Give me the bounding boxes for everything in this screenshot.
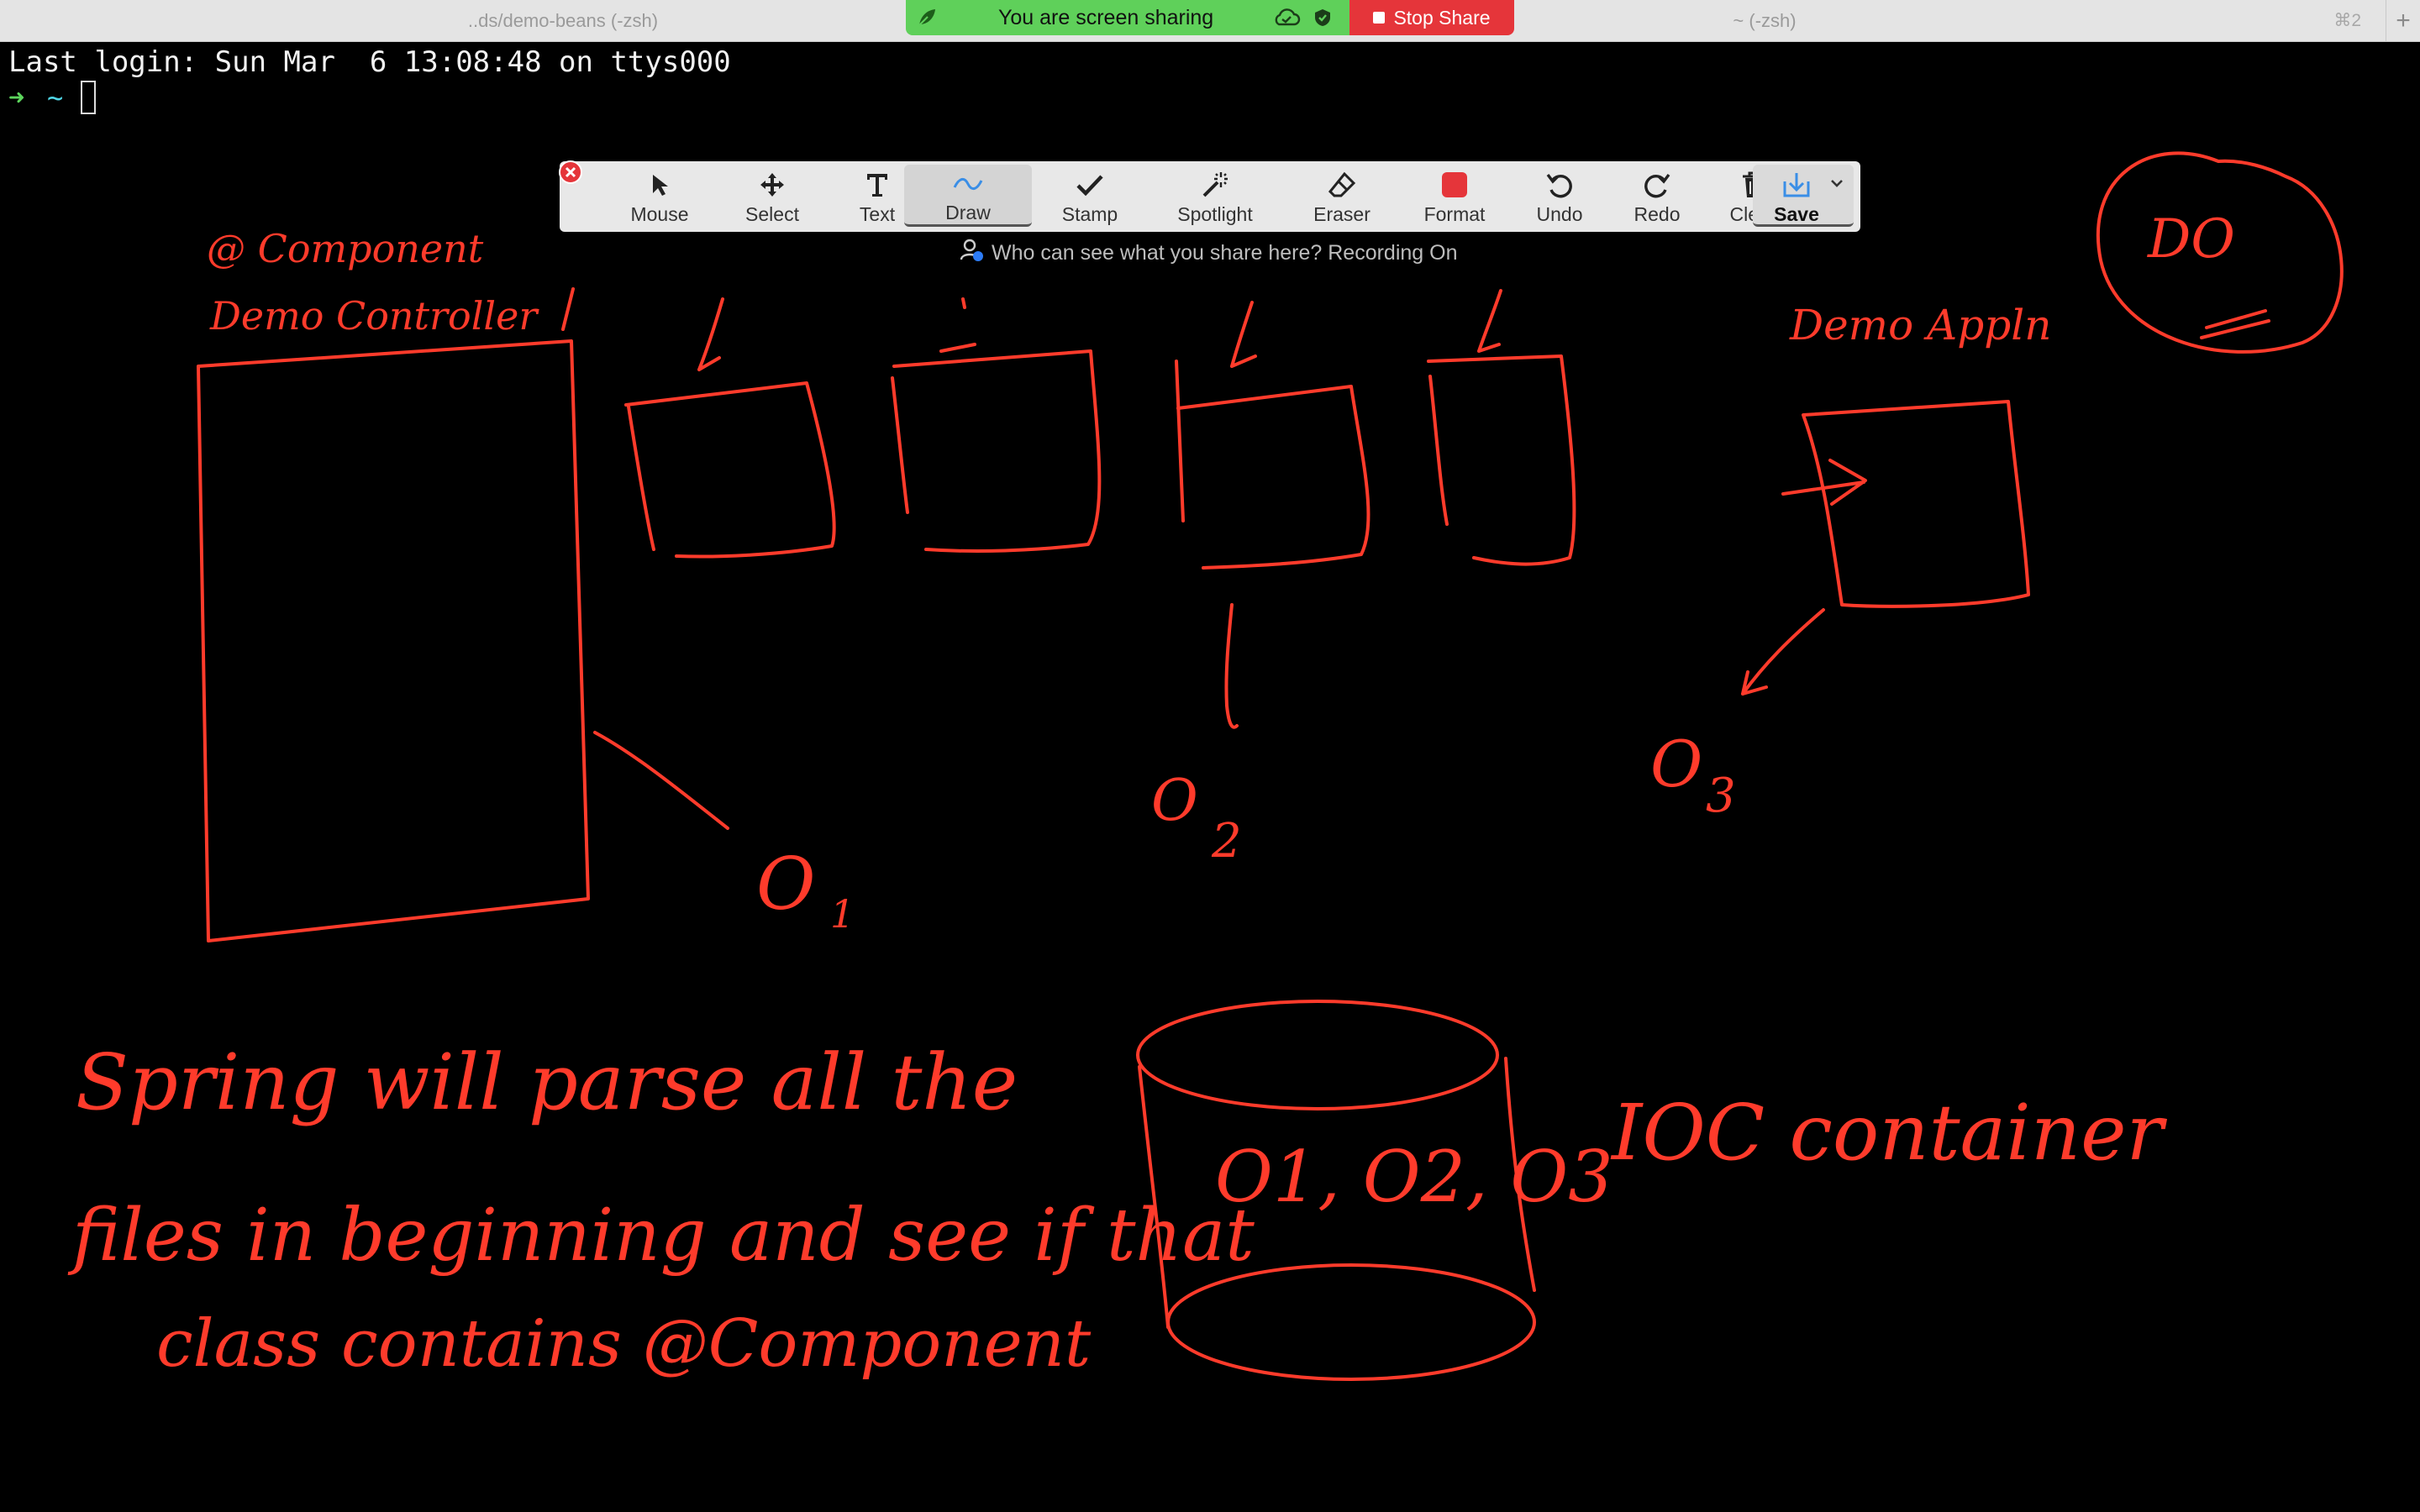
tool-undo[interactable]: Undo <box>1507 165 1612 227</box>
tool-format-label: Format <box>1423 203 1486 225</box>
sentence-line-1: Spring will parse all the <box>76 1037 1018 1127</box>
tool-spotlight-label: Spotlight <box>1177 203 1253 225</box>
checkmark-icon <box>1076 170 1104 200</box>
appln-box <box>1802 400 2030 608</box>
magic-wand-icon <box>1201 170 1229 200</box>
tool-eraser-label: Eraser <box>1313 203 1370 225</box>
tool-undo-label: Undo <box>1536 203 1583 225</box>
o1-subscript: 1 <box>830 891 855 937</box>
corner-note: DO <box>2147 208 2235 270</box>
controller-pointer <box>561 287 575 331</box>
bean-box-3 <box>1176 385 1370 570</box>
appln-to-o3-arrow <box>1741 608 1825 696</box>
o1-label: O <box>756 843 816 927</box>
ioc-container-label: IOC container <box>1610 1088 2168 1178</box>
save-download-icon <box>1781 170 1812 200</box>
save-options-chevron-icon[interactable] <box>1828 175 1845 196</box>
bean-box-1 <box>624 381 836 559</box>
move-arrows-icon <box>759 170 786 200</box>
undo-icon <box>1545 170 1574 200</box>
container-contents: O1, O2, O3 <box>1215 1136 1613 1218</box>
o2-subscript: 2 <box>1211 814 1242 869</box>
color-square-icon <box>1440 170 1469 200</box>
ioc-cylinder-top <box>1136 1000 1499 1110</box>
annotation-toolbar: Mouse Select Text Draw Stamp Spotlight E… <box>558 160 1860 232</box>
person-visibility-icon <box>960 238 985 269</box>
sentence-line-2: files in beginning and see if that <box>67 1194 1255 1278</box>
arrow-box-4 <box>1477 289 1502 353</box>
tool-mouse[interactable]: Mouse <box>607 165 713 227</box>
squiggle-icon <box>953 170 983 198</box>
tool-select[interactable]: Select <box>719 165 825 227</box>
corner-underline <box>2200 309 2270 339</box>
appln-note: Demo Appln <box>1789 301 2051 349</box>
tool-mouse-label: Mouse <box>630 203 689 225</box>
arrow-box-1 <box>697 297 724 371</box>
tool-select-label: Select <box>745 203 799 225</box>
tool-save-label: Save <box>1774 203 1819 225</box>
tool-redo-label: Redo <box>1634 203 1681 225</box>
bean-box-2-side <box>891 376 909 514</box>
bean-box-4 <box>1427 354 1576 566</box>
bean-box-3-side <box>1175 360 1185 522</box>
tool-format[interactable]: Format <box>1402 165 1507 227</box>
close-annotation-icon[interactable] <box>558 160 583 189</box>
tool-stamp[interactable]: Stamp <box>1037 165 1143 227</box>
bean-box-1-side <box>627 405 655 551</box>
tool-spotlight[interactable]: Spotlight <box>1148 165 1282 227</box>
component-note: @ Component <box>207 226 484 271</box>
bean-box-2 <box>892 349 1102 553</box>
arrow-box-3 <box>1230 301 1257 368</box>
o2-label: O <box>1151 768 1198 834</box>
tool-save[interactable]: Save <box>1756 165 1837 227</box>
controller-note: Demo Controller <box>209 293 539 339</box>
arrow-box-2 <box>939 297 976 353</box>
eraser-icon <box>1328 170 1356 200</box>
redo-icon <box>1643 170 1671 200</box>
text-t-icon <box>865 170 890 200</box>
box3-to-o2-line <box>1224 603 1239 729</box>
controller-to-o1-line <box>593 731 729 830</box>
recording-notice[interactable]: Who can see what you share here? Recordi… <box>960 239 1457 267</box>
recording-notice-text: Who can see what you share here? Recordi… <box>992 240 1458 265</box>
o3-label: O <box>1650 727 1702 801</box>
tool-draw-label: Draw <box>945 202 991 223</box>
tool-text-label: Text <box>859 203 896 225</box>
cursor-arrow-icon <box>648 170 671 200</box>
tool-redo[interactable]: Redo <box>1607 165 1707 227</box>
bean-box-4-side <box>1428 375 1449 526</box>
tool-stamp-label: Stamp <box>1061 203 1118 225</box>
sentence-line-3: class contains @Component <box>156 1306 1092 1382</box>
tool-eraser[interactable]: Eraser <box>1287 165 1397 227</box>
tool-draw[interactable]: Draw <box>904 165 1032 227</box>
o3-subscript: 3 <box>1706 769 1736 823</box>
ioc-cylinder-bottom <box>1166 1263 1536 1381</box>
controller-box <box>197 339 590 942</box>
